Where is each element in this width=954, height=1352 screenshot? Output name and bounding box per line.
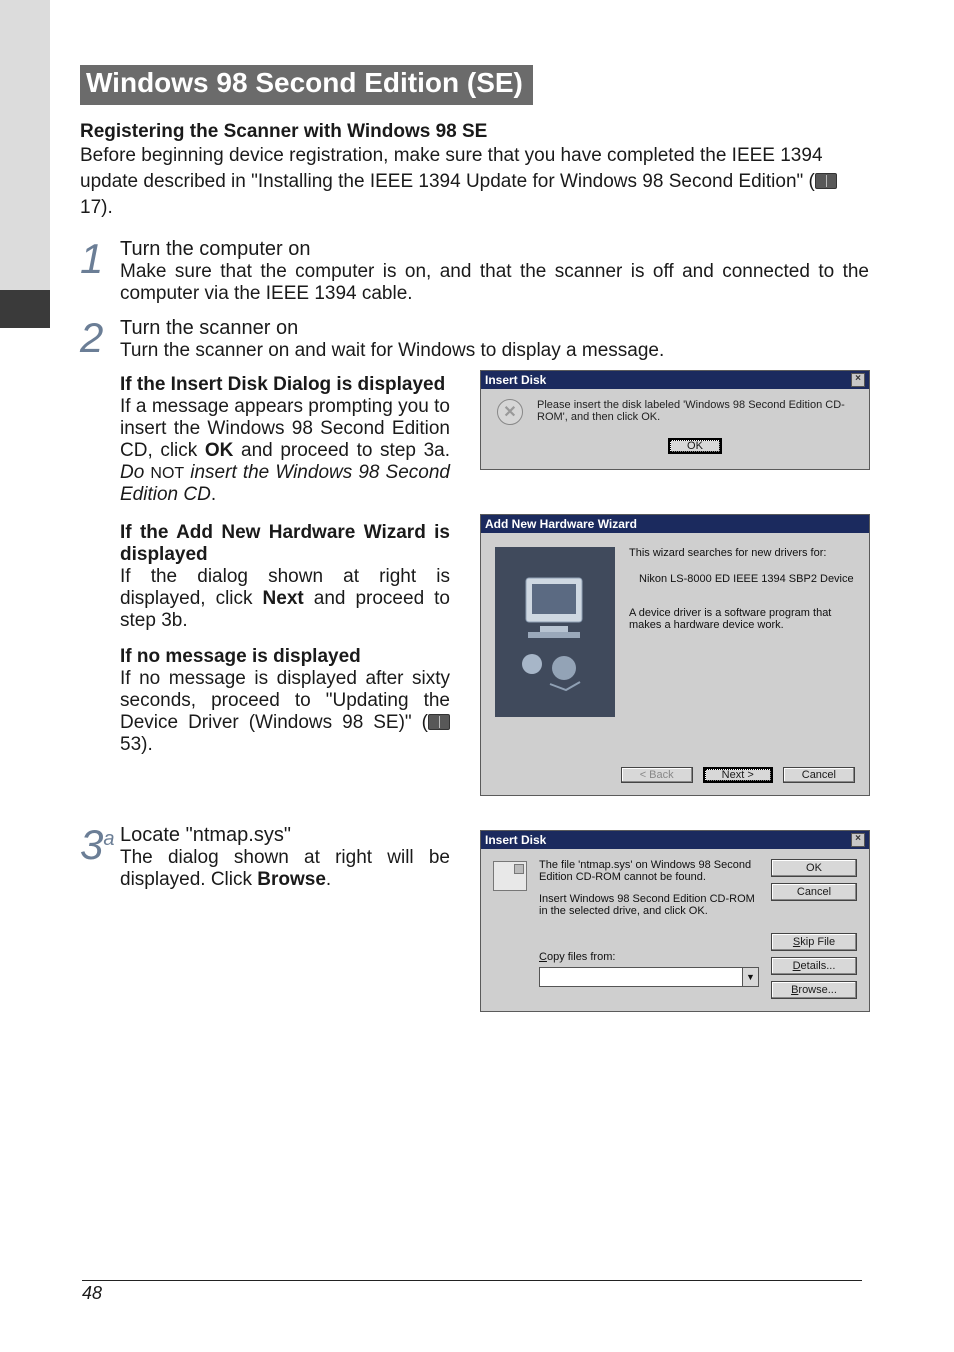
text-bold: Next bbox=[263, 588, 304, 609]
wizard-device-name: Nikon LS-8000 ED IEEE 1394 SBP2 Device bbox=[639, 573, 855, 585]
sub-c-body: If no message is displayed after sixty s… bbox=[120, 668, 450, 756]
next-button[interactable]: Next > bbox=[703, 767, 773, 783]
sub-a-head: If the Insert Disk Dialog is displayed bbox=[120, 374, 450, 396]
error-icon: ✕ bbox=[497, 399, 523, 425]
step-2: 2 Turn the scanner on Turn the scanner o… bbox=[80, 317, 869, 796]
wizard-line3: A device driver is a software program th… bbox=[629, 607, 855, 631]
skip-file-button[interactable]: Skip File bbox=[771, 933, 857, 951]
ok-button[interactable]: OK bbox=[668, 438, 722, 454]
copy-from-input[interactable] bbox=[539, 967, 743, 987]
step-heading: Turn the computer on bbox=[120, 238, 869, 261]
step-1: 1 Turn the computer on Make sure that th… bbox=[80, 238, 869, 305]
dialog-titlebar: Insert Disk × bbox=[481, 831, 869, 849]
text-frag: . bbox=[326, 869, 331, 890]
text-bold: Browse bbox=[257, 869, 326, 890]
browse-button[interactable]: Browse... bbox=[771, 981, 857, 999]
step-3a: 3a Locate "ntmap.sys" The dialog shown a… bbox=[80, 824, 869, 1012]
text-frag: If no message is displayed after sixty s… bbox=[120, 668, 450, 733]
wizard-line1: This wizard searches for new drivers for… bbox=[629, 547, 855, 559]
sub-b-body: If the dialog shown at right is displaye… bbox=[120, 566, 450, 632]
add-hardware-wizard-dialog: Add New Hardware Wizard This wizard sear… bbox=[480, 514, 870, 796]
close-icon[interactable]: × bbox=[851, 833, 865, 847]
step-number: 3a bbox=[80, 824, 106, 1012]
step-number: 2 bbox=[80, 317, 106, 796]
step-heading: Locate "ntmap.sys" bbox=[120, 824, 450, 847]
ok-button[interactable]: OK bbox=[771, 859, 857, 877]
dialog-msg-2: Insert Windows 98 Second Edition CD-ROM … bbox=[539, 893, 759, 917]
text-smallcaps: NOT bbox=[150, 465, 184, 482]
intro-text-b: 17). bbox=[80, 197, 113, 218]
num-suffix: a bbox=[103, 828, 114, 850]
insert-disk-dialog-1: Insert Disk × ✕ Please insert the disk l… bbox=[480, 370, 870, 470]
section-title: Windows 98 Second Edition (SE) bbox=[80, 65, 533, 105]
text-frag: . bbox=[211, 484, 216, 505]
side-tab-dark bbox=[0, 290, 50, 328]
sub-a-body: If a message appears prompting you to in… bbox=[120, 396, 450, 506]
step-text: Turn the scanner on and wait for Windows… bbox=[120, 340, 870, 362]
text-bold: OK bbox=[205, 440, 234, 461]
dropdown-icon[interactable]: ▼ bbox=[743, 967, 759, 987]
cancel-button[interactable]: Cancel bbox=[783, 767, 855, 783]
intro-text-a: Before beginning device registration, ma… bbox=[80, 145, 823, 192]
disk-icon bbox=[493, 861, 527, 891]
page-number: 48 bbox=[82, 1280, 862, 1304]
num: 3 bbox=[80, 821, 103, 868]
dialog-message: Please insert the disk labeled 'Windows … bbox=[537, 399, 853, 423]
step-heading: Turn the scanner on bbox=[120, 317, 870, 340]
dialog-titlebar: Insert Disk × bbox=[481, 371, 869, 389]
insert-disk-dialog-2: Insert Disk × The file 'ntmap.sys' on Wi… bbox=[480, 830, 870, 1012]
step-text: The dialog shown at right will be displa… bbox=[120, 847, 450, 891]
step-number: 1 bbox=[80, 238, 106, 305]
sub-c-head: If no message is displayed bbox=[120, 646, 450, 668]
book-icon bbox=[815, 173, 837, 189]
text-frag: and proceed to step 3a. bbox=[233, 440, 450, 461]
back-button: < Back bbox=[621, 767, 693, 783]
copy-from-label: CCopy files from:opy files from: bbox=[539, 951, 759, 963]
book-icon bbox=[428, 714, 450, 730]
close-icon[interactable]: × bbox=[851, 373, 865, 387]
sub-b-head: If the Add New Hardware Wizard is displa… bbox=[120, 522, 450, 566]
dialog-titlebar: Add New Hardware Wizard bbox=[481, 515, 869, 533]
details-button[interactable]: Details... bbox=[771, 957, 857, 975]
dialog-title: Add New Hardware Wizard bbox=[485, 517, 637, 531]
cancel-button[interactable]: Cancel bbox=[771, 883, 857, 901]
text-frag: 53). bbox=[120, 734, 153, 755]
wizard-graphic bbox=[495, 547, 615, 717]
side-tab-grey bbox=[0, 0, 50, 290]
dialog-title: Insert Disk bbox=[485, 833, 546, 847]
dialog-msg-1: The file 'ntmap.sys' on Windows 98 Secon… bbox=[539, 859, 759, 883]
step-text: Make sure that the computer is on, and t… bbox=[120, 261, 869, 305]
text-ital: Do bbox=[120, 462, 150, 483]
subsection-title: Registering the Scanner with Windows 98 … bbox=[80, 121, 869, 143]
intro-paragraph: Before beginning device registration, ma… bbox=[80, 143, 865, 222]
dialog-title: Insert Disk bbox=[485, 373, 546, 387]
